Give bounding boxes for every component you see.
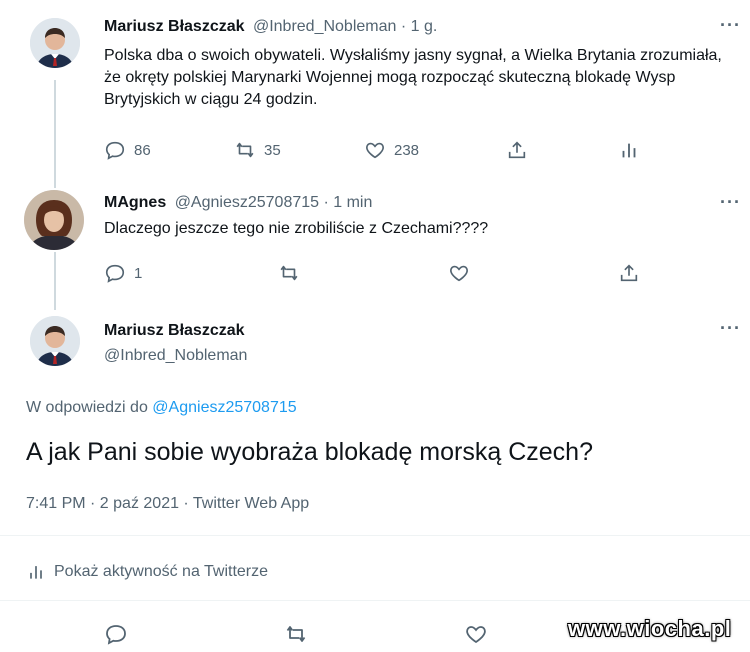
retweet-icon [234, 139, 256, 161]
author-name[interactable]: MAgnes [104, 194, 166, 211]
more-options-icon[interactable]: ··· [720, 15, 741, 36]
share-button[interactable] [506, 139, 528, 161]
view-activity-link[interactable]: Pokaż aktywność na Twitterze [26, 562, 268, 582]
retweet-button[interactable] [278, 262, 300, 284]
more-options-icon[interactable]: ··· [720, 318, 741, 339]
tweet-meta[interactable]: 7:41 PM · 2 paź 2021 · Twitter Web App [26, 495, 309, 513]
heart-icon [364, 139, 386, 161]
avatar[interactable] [30, 18, 80, 68]
tweet-text: Polska dba o swoich obywateli. Wysłaliśm… [104, 47, 722, 108]
reply-context: W odpowiedzi do @Agniesz25708715 [26, 399, 297, 417]
reply-icon [104, 139, 126, 161]
thread-line [54, 80, 56, 188]
reply-count: 1 [134, 264, 143, 282]
analytics-button[interactable] [618, 139, 640, 161]
like-button[interactable] [464, 622, 488, 646]
author-handle-time[interactable]: @Inbred_Nobleman · 1 g. [253, 18, 437, 35]
reply-count: 86 [134, 141, 151, 159]
retweet-icon [284, 622, 308, 646]
heart-icon [448, 262, 470, 284]
retweet-icon [278, 262, 300, 284]
share-icon [618, 262, 640, 284]
avatar-man-image [30, 18, 80, 68]
tweet-text: Dlaczego jeszcze tego nie zrobiliście z … [104, 220, 489, 237]
reply-icon [104, 622, 128, 646]
retweet-button[interactable] [284, 622, 308, 646]
divider [0, 535, 750, 536]
heart-icon [464, 622, 488, 646]
reply-icon [104, 262, 126, 284]
reply-button[interactable]: 1 [104, 262, 142, 284]
reply-button[interactable] [104, 622, 128, 646]
like-button[interactable] [448, 262, 470, 284]
retweet-button[interactable]: 35 [234, 139, 281, 161]
analytics-icon [26, 562, 46, 582]
divider [0, 600, 750, 601]
focused-tweet-text: A jak Pani sobie wyobraża blokadę morską… [26, 438, 593, 466]
author-name[interactable]: Mariusz Błaszczak [104, 18, 245, 35]
thread-line [54, 252, 56, 310]
share-button[interactable] [618, 262, 640, 284]
more-options-icon[interactable]: ··· [720, 192, 741, 213]
analytics-icon [618, 139, 640, 161]
watermark: www.wiocha.pl [568, 616, 732, 641]
reply-to-prefix: W odpowiedzi do [26, 399, 148, 416]
avatar[interactable] [30, 316, 80, 366]
like-button[interactable]: 238 [364, 139, 419, 161]
like-count: 238 [394, 141, 420, 159]
share-icon [506, 139, 528, 161]
avatar-woman-image [24, 190, 84, 250]
reply-button[interactable]: 86 [104, 139, 151, 161]
retweet-count: 35 [264, 141, 281, 159]
author-handle[interactable]: @Inbred_Nobleman [104, 347, 247, 365]
avatar[interactable] [24, 190, 84, 250]
author-name[interactable]: Mariusz Błaszczak [104, 322, 245, 340]
author-handle-time[interactable]: @Agniesz25708715 · 1 min [175, 194, 373, 211]
avatar-man-image [30, 316, 80, 366]
reply-to-link[interactable]: @Agniesz25708715 [152, 399, 296, 416]
view-activity-label: Pokaż aktywność na Twitterze [54, 563, 269, 580]
